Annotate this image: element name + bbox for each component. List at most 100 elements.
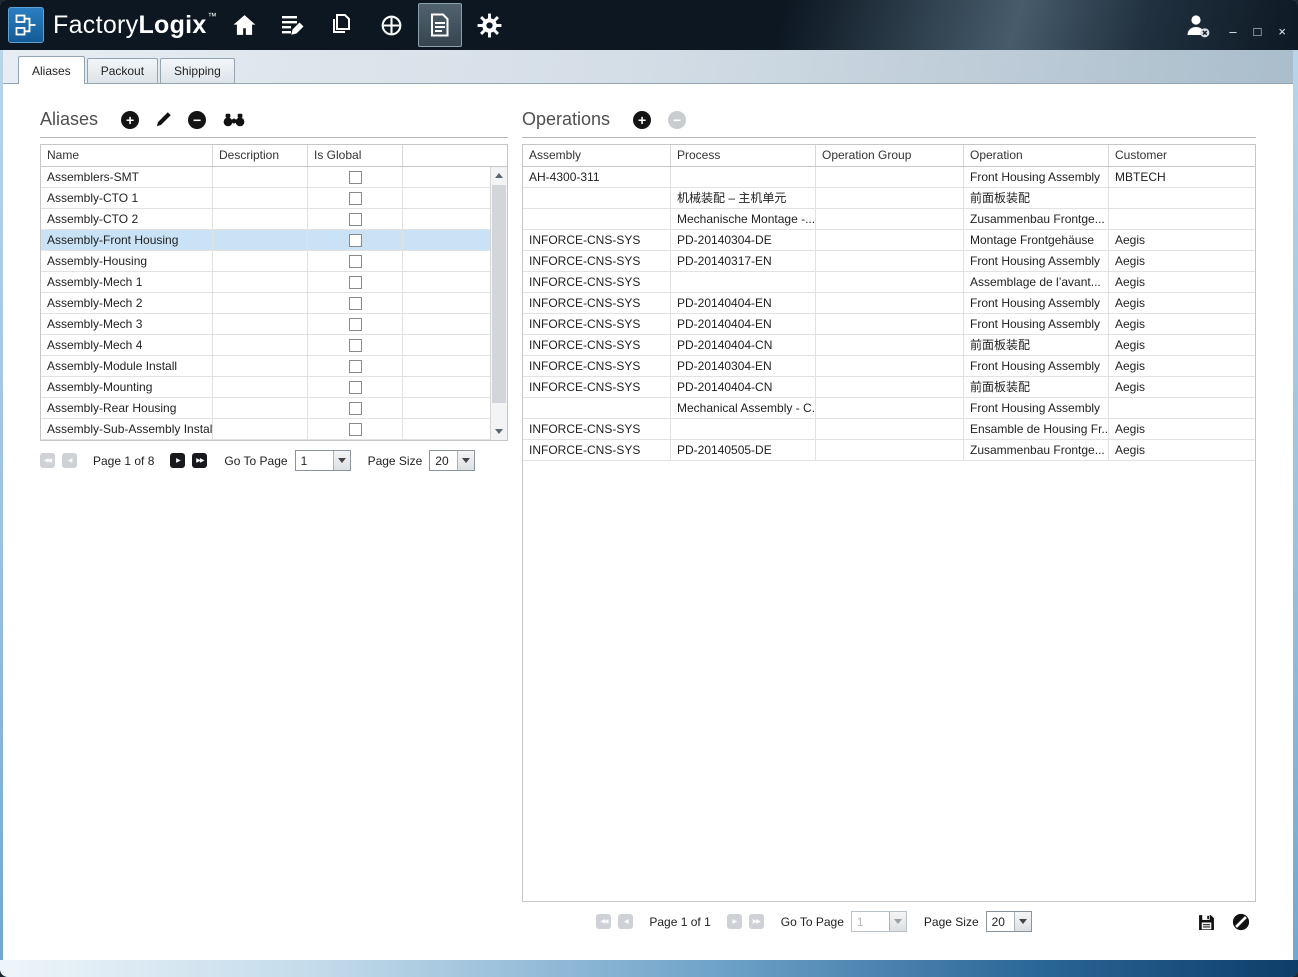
last-page-button[interactable]: ▶▶ bbox=[749, 914, 764, 929]
operation-row[interactable]: INFORCE-CNS-SYSPD-20140317-ENFront Housi… bbox=[523, 251, 1255, 272]
alias-row[interactable]: Assembly-CTO 2 bbox=[41, 209, 490, 230]
is-global-checkbox[interactable] bbox=[349, 360, 362, 373]
scrollbar-thumb[interactable] bbox=[492, 185, 506, 403]
column-header-process[interactable]: Process bbox=[671, 145, 816, 166]
next-page-button[interactable]: ▶ bbox=[727, 914, 742, 929]
main-nav bbox=[222, 3, 511, 47]
column-header-operation[interactable]: Operation bbox=[964, 145, 1109, 166]
combo-dropdown-icon[interactable] bbox=[1014, 912, 1031, 931]
is-global-checkbox[interactable] bbox=[349, 255, 362, 268]
prev-page-button[interactable]: ◀ bbox=[62, 453, 77, 468]
alias-row[interactable]: Assembly-Front Housing bbox=[41, 230, 490, 251]
alias-row[interactable]: Assemblers-SMT bbox=[41, 167, 490, 188]
aliases-rows: Assemblers-SMTAssembly-CTO 1Assembly-CTO… bbox=[41, 167, 490, 440]
alias-row[interactable]: Assembly-Mech 2 bbox=[41, 293, 490, 314]
operation-row[interactable]: INFORCE-CNS-SYSPD-20140505-DEZusammenbau… bbox=[523, 440, 1255, 461]
close-button[interactable]: × bbox=[1278, 25, 1286, 38]
alias-description-cell bbox=[213, 188, 308, 208]
alias-row[interactable]: Assembly-Mounting bbox=[41, 377, 490, 398]
column-header-description[interactable]: Description bbox=[213, 145, 308, 166]
alias-row[interactable]: Assembly-Mech 4 bbox=[41, 335, 490, 356]
page-size-select[interactable]: 20 bbox=[429, 450, 475, 471]
aliases-scrollbar[interactable] bbox=[490, 167, 507, 440]
tracking-icon[interactable] bbox=[369, 3, 413, 47]
column-header-operation-group[interactable]: Operation Group bbox=[816, 145, 964, 166]
operation-row[interactable]: Mechanical Assembly - C...Front Housing … bbox=[523, 398, 1255, 419]
is-global-checkbox[interactable] bbox=[349, 276, 362, 289]
alias-name-cell: Assembly-Housing bbox=[41, 251, 213, 271]
combo-dropdown-icon[interactable] bbox=[889, 912, 906, 931]
prev-page-button[interactable]: ◀ bbox=[618, 914, 633, 929]
alias-row[interactable]: Assembly-Module Install bbox=[41, 356, 490, 377]
operation-row[interactable]: INFORCE-CNS-SYSPD-20140304-DEMontage Fro… bbox=[523, 230, 1255, 251]
scroll-up-icon[interactable] bbox=[491, 167, 507, 184]
alias-row[interactable]: Assembly-Mech 1 bbox=[41, 272, 490, 293]
is-global-checkbox[interactable] bbox=[349, 213, 362, 226]
operation-row[interactable]: INFORCE-CNS-SYSPD-20140404-CN前面板装配Aegis bbox=[523, 335, 1255, 356]
find-alias-binoculars-icon[interactable] bbox=[223, 113, 245, 127]
is-global-checkbox[interactable] bbox=[349, 381, 362, 394]
operation-row[interactable]: Mechanische Montage -...Zusammenbau Fron… bbox=[523, 209, 1255, 230]
is-global-checkbox[interactable] bbox=[349, 171, 362, 184]
documents-stack-icon[interactable] bbox=[320, 3, 364, 47]
column-header-assembly[interactable]: Assembly bbox=[523, 145, 671, 166]
add-operation-button[interactable]: + bbox=[633, 111, 651, 129]
operation-row[interactable]: INFORCE-CNS-SYSPD-20140404-ENFront Housi… bbox=[523, 293, 1255, 314]
column-header-is-global[interactable]: Is Global bbox=[308, 145, 403, 166]
is-global-checkbox[interactable] bbox=[349, 234, 362, 247]
is-global-checkbox[interactable] bbox=[349, 339, 362, 352]
minimize-button[interactable]: – bbox=[1229, 25, 1236, 38]
alias-row[interactable]: Assembly-CTO 1 bbox=[41, 188, 490, 209]
tab-shipping-label: Shipping bbox=[174, 64, 221, 78]
tab-aliases[interactable]: Aliases bbox=[18, 56, 85, 84]
first-page-button[interactable]: ◀◀ bbox=[596, 914, 611, 929]
alias-row[interactable]: Assembly-Sub-Assembly Install bbox=[41, 419, 490, 440]
go-to-page-select[interactable]: 1 bbox=[851, 911, 907, 932]
remove-alias-button[interactable]: − bbox=[188, 111, 206, 129]
alias-row[interactable]: Assembly-Housing bbox=[41, 251, 490, 272]
home-icon[interactable] bbox=[222, 3, 266, 47]
settings-gear-icon[interactable] bbox=[467, 3, 511, 47]
remove-operation-button[interactable]: − bbox=[668, 111, 686, 129]
combo-dropdown-icon[interactable] bbox=[457, 451, 474, 470]
tab-packout[interactable]: Packout bbox=[87, 58, 158, 83]
column-header-name[interactable]: Name bbox=[41, 145, 213, 166]
operation-group-cell bbox=[816, 293, 964, 313]
operation-row[interactable]: INFORCE-CNS-SYSPD-20140404-ENFront Housi… bbox=[523, 314, 1255, 335]
user-logoff-icon[interactable] bbox=[1184, 12, 1211, 39]
engineering-worksheet-icon[interactable] bbox=[271, 3, 315, 47]
operations-pager: ◀◀ ◀ Page 1 of 1 ▶ ▶▶ Go To Page 1 Page … bbox=[522, 911, 1256, 932]
page-size-select[interactable]: 20 bbox=[986, 911, 1032, 932]
go-to-page-select[interactable]: 1 bbox=[295, 450, 351, 471]
operation-row[interactable]: INFORCE-CNS-SYSPD-20140404-CN前面板装配Aegis bbox=[523, 377, 1255, 398]
operation-row[interactable]: AH-4300-311Front Housing AssemblyMBTECH bbox=[523, 167, 1255, 188]
aliases-table: Name Description Is Global Assemblers-SM… bbox=[40, 144, 508, 441]
save-icon[interactable] bbox=[1198, 914, 1215, 931]
edit-alias-pencil-icon[interactable] bbox=[156, 112, 171, 127]
add-alias-button[interactable]: + bbox=[121, 111, 139, 129]
operation-row[interactable]: INFORCE-CNS-SYSPD-20140304-ENFront Housi… bbox=[523, 356, 1255, 377]
is-global-checkbox[interactable] bbox=[349, 297, 362, 310]
is-global-checkbox[interactable] bbox=[349, 318, 362, 331]
column-header-customer[interactable]: Customer bbox=[1109, 145, 1255, 166]
tab-shipping[interactable]: Shipping bbox=[160, 58, 235, 83]
alias-row[interactable]: Assembly-Rear Housing bbox=[41, 398, 490, 419]
last-page-button[interactable]: ▶▶ bbox=[192, 453, 207, 468]
first-page-button[interactable]: ◀◀ bbox=[40, 453, 55, 468]
scroll-down-icon[interactable] bbox=[491, 423, 507, 440]
operation-row[interactable]: 机械装配 – 主机单元前面板装配 bbox=[523, 188, 1255, 209]
operation-row[interactable]: INFORCE-CNS-SYSEnsamble de Housing Fr...… bbox=[523, 419, 1255, 440]
cancel-icon[interactable] bbox=[1232, 913, 1250, 931]
next-page-button[interactable]: ▶ bbox=[170, 453, 185, 468]
titlebar: FactoryLogix™ bbox=[0, 0, 1298, 50]
alias-is-global-cell bbox=[308, 314, 403, 334]
logistics-icon[interactable] bbox=[418, 3, 462, 47]
is-global-checkbox[interactable] bbox=[349, 192, 362, 205]
operation-row[interactable]: INFORCE-CNS-SYSAssemblage de l’avant...A… bbox=[523, 272, 1255, 293]
maximize-button[interactable]: □ bbox=[1254, 25, 1262, 38]
customer-cell: Aegis bbox=[1109, 251, 1255, 271]
combo-dropdown-icon[interactable] bbox=[333, 451, 350, 470]
is-global-checkbox[interactable] bbox=[349, 423, 362, 436]
is-global-checkbox[interactable] bbox=[349, 402, 362, 415]
alias-row[interactable]: Assembly-Mech 3 bbox=[41, 314, 490, 335]
